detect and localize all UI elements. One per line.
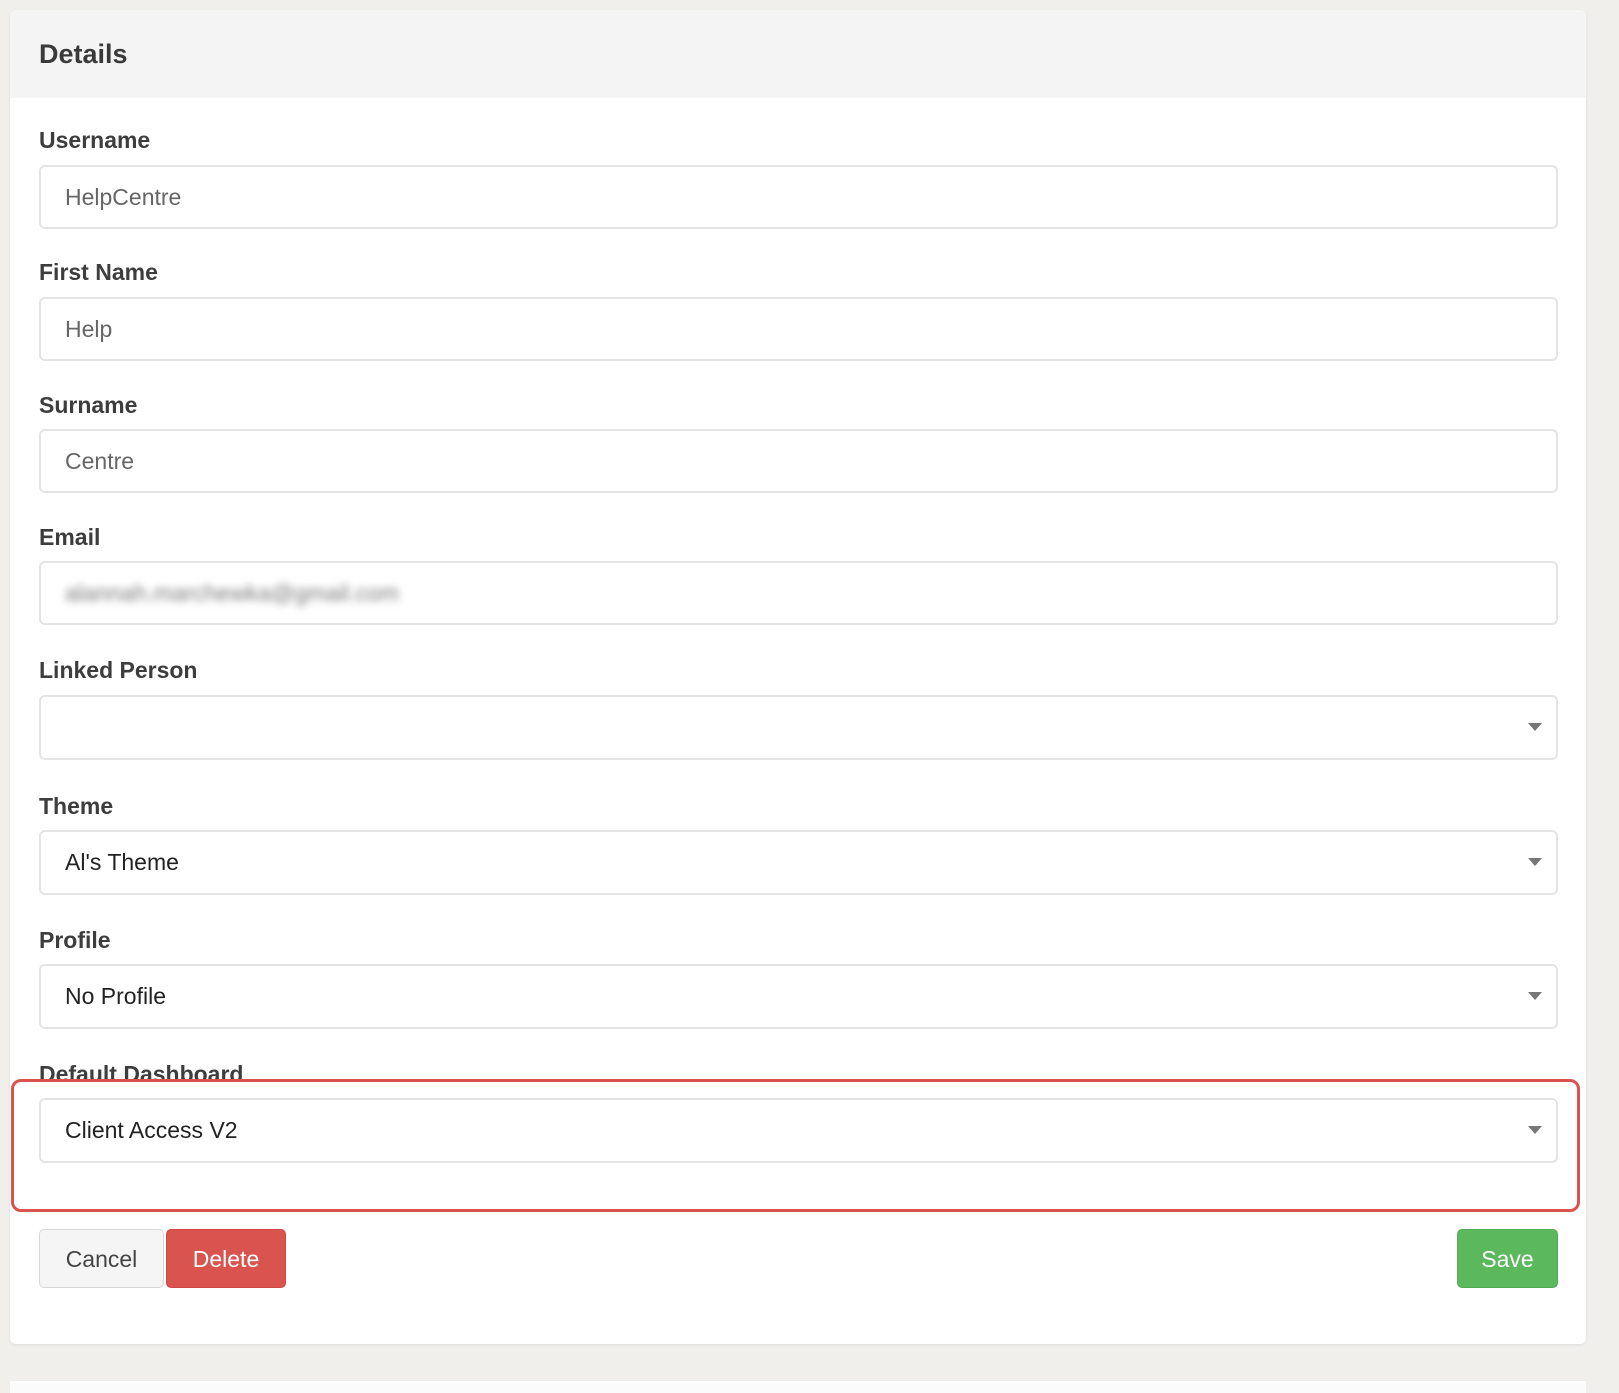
theme-select[interactable]: Al's Theme: [39, 830, 1558, 895]
profile-value: No Profile: [65, 983, 166, 1009]
panel-header: Details: [10, 10, 1586, 98]
surname-input[interactable]: Centre: [39, 429, 1558, 493]
profile-group: Profile No Profile: [39, 925, 1558, 1029]
linked-person-label: Linked Person: [39, 657, 198, 683]
email-input[interactable]: alannah.marchewka@gmail.com: [39, 561, 1558, 625]
default-dashboard-value: Client Access V2: [65, 1117, 238, 1143]
details-panel: Details Username HelpCentre First Name H…: [10, 10, 1586, 1344]
theme-group: Theme Al's Theme: [39, 791, 1558, 895]
email-value: alannah.marchewka@gmail.com: [65, 580, 399, 606]
username-group: Username HelpCentre: [39, 125, 1558, 229]
surname-group: Surname Centre: [39, 390, 1558, 493]
caret-down-icon: [1528, 992, 1542, 1000]
panel-title: Details: [39, 38, 128, 69]
theme-value: Al's Theme: [65, 849, 179, 875]
email-label: Email: [39, 524, 101, 550]
default-dashboard-label: Default Dashboard: [39, 1061, 244, 1087]
delete-button[interactable]: Delete: [166, 1229, 286, 1288]
caret-down-icon: [1528, 858, 1542, 866]
email-group: Email alannah.marchewka@gmail.com: [39, 522, 1558, 625]
linked-person-group: Linked Person: [39, 655, 1558, 760]
default-dashboard-group: Default Dashboard Client Access V2: [39, 1059, 1558, 1163]
profile-select[interactable]: No Profile: [39, 964, 1558, 1029]
theme-label: Theme: [39, 793, 114, 819]
save-button[interactable]: Save: [1457, 1229, 1558, 1288]
first-name-label: First Name: [39, 259, 158, 285]
caret-down-icon: [1528, 723, 1542, 731]
profile-label: Profile: [39, 927, 111, 953]
username-label: Username: [39, 127, 151, 153]
username-input[interactable]: HelpCentre: [39, 165, 1558, 229]
next-panel-edge: [10, 1380, 1586, 1393]
linked-person-select[interactable]: [39, 695, 1558, 760]
first-name-group: First Name Help: [39, 257, 1558, 361]
default-dashboard-select[interactable]: Client Access V2: [39, 1098, 1558, 1163]
surname-label: Surname: [39, 392, 138, 418]
cancel-button[interactable]: Cancel: [39, 1229, 164, 1288]
caret-down-icon: [1528, 1126, 1542, 1134]
first-name-input[interactable]: Help: [39, 297, 1558, 361]
